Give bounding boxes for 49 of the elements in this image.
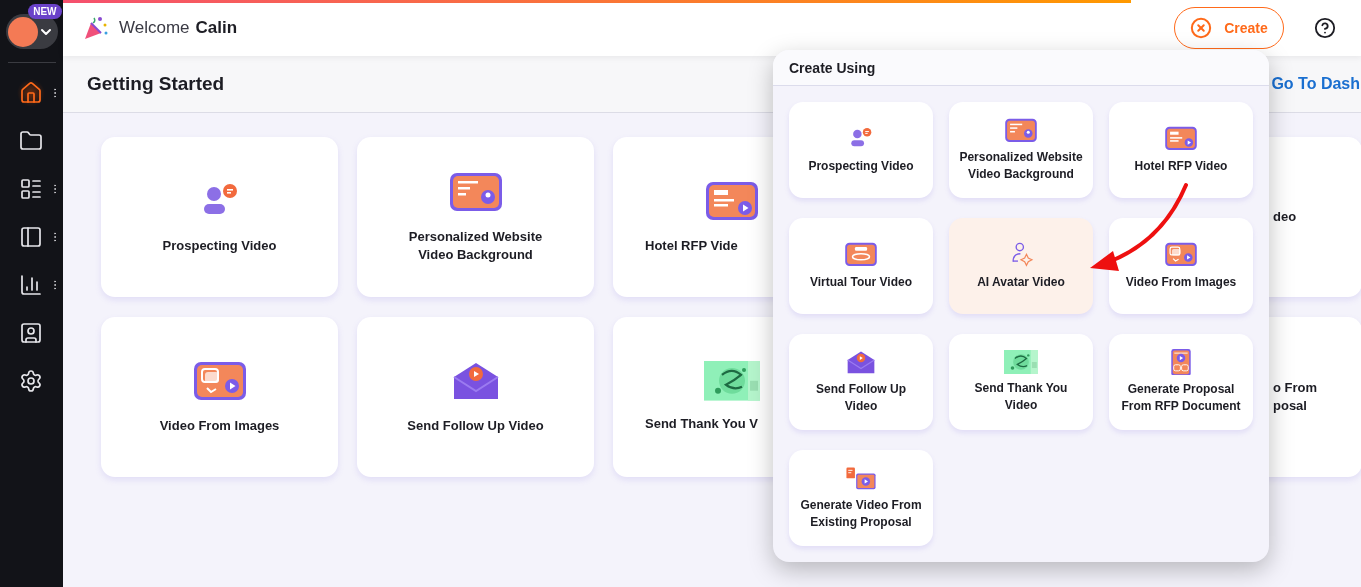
document-play-icon [1164, 125, 1198, 152]
panel-icon [19, 225, 43, 249]
folder-icon [19, 129, 43, 153]
profile-card-icon [447, 170, 504, 214]
template-card[interactable]: Prospecting Video [101, 137, 338, 297]
menu-item[interactable]: Video From Images [1109, 218, 1253, 314]
card-label: Prospecting Video [162, 237, 277, 255]
new-badge: NEW [28, 4, 62, 19]
account-switcher[interactable] [5, 14, 58, 49]
menu-item[interactable]: Prospecting Video [789, 102, 933, 198]
close-icon [1190, 17, 1213, 39]
document-video-icon [844, 464, 878, 492]
party-popper-icon [83, 15, 109, 41]
chart-icon [19, 273, 43, 297]
settings-icon [19, 369, 43, 393]
profile-card-icon [1004, 116, 1038, 144]
menu-item[interactable]: Generate Video From Existing Proposal [789, 450, 933, 546]
card-label: Hotel RFP Vide [645, 237, 738, 255]
template-card[interactable]: Send Follow Up Video [357, 317, 594, 477]
list-icon [19, 177, 43, 201]
card-label: Video From Images [159, 417, 280, 435]
menu-item[interactable]: Send Thank You Video [949, 334, 1093, 430]
panorama-icon [844, 241, 878, 268]
page-title: Getting Started [87, 73, 225, 95]
menu-item[interactable]: Generate Proposal From RFP Document [1109, 334, 1253, 430]
dashboard-link[interactable]: Go To Dash [1271, 75, 1361, 93]
card-label: Send Follow Up Video [407, 417, 544, 435]
card-label: Send Thank You V [645, 414, 758, 433]
images-play-icon [191, 359, 248, 403]
card-label: o From posal [1273, 379, 1318, 415]
avatar [7, 16, 38, 47]
document-play-icon [703, 179, 760, 223]
images-play-icon [1164, 241, 1198, 268]
menu-item[interactable]: Personalized Website Video Background [949, 102, 1093, 198]
menu-item[interactable]: Virtual Tour Video [789, 218, 933, 314]
card-label: deo [1273, 208, 1297, 226]
menu-title: Create Using [789, 59, 876, 76]
user-name: Calin [195, 18, 238, 38]
template-card[interactable]: Video From Images [101, 317, 338, 477]
card-label: Personalized Website Video Background [408, 228, 543, 264]
home-icon [19, 81, 43, 105]
nav-button[interactable] [17, 79, 45, 107]
menu-item[interactable]: Send Follow Up Video [789, 334, 933, 430]
welcome-text: Welcome [119, 18, 190, 38]
menu-item[interactable]: Hotel RFP Video [1109, 102, 1253, 198]
template-card[interactable]: Personalized Website Video Background [357, 137, 594, 297]
menu-item[interactable]: AI Avatar Video [949, 218, 1093, 314]
user-square-icon [19, 321, 43, 345]
help-button[interactable] [1314, 17, 1336, 39]
